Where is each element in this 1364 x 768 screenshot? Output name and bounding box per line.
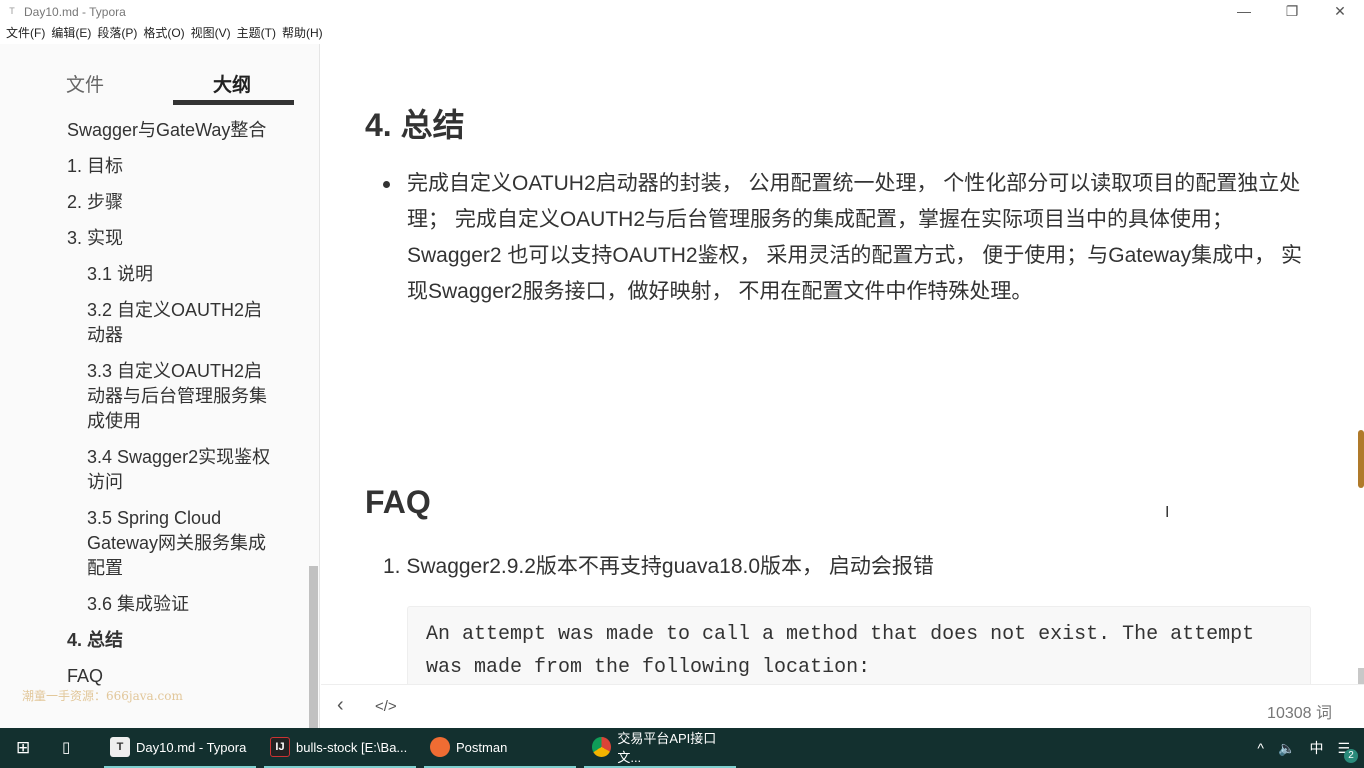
menu-format[interactable]: 格式(O) [143,24,184,44]
outline-item[interactable]: 3.5 Spring Cloud Gateway网关服务集成配置 [0,506,310,581]
active-tab-indicator [173,100,294,105]
menu-bar: 文件(F) 编辑(E) 段落(P) 格式(O) 视图(V) 主题(T) 帮助(H… [0,24,323,44]
editor[interactable]: 4. 总结 完成自定义OATUH2启动器的封装， 公用配置统一处理， 个性化部分… [321,44,1364,684]
volume-icon[interactable]: 🔈 [1278,740,1295,757]
system-tray: ^ 🔈 中 ☰ 2 [1257,728,1358,768]
taskbar-item-chrome[interactable]: 交易平台API接口文... [584,728,736,768]
chrome-icon [592,737,612,757]
word-count[interactable]: 10308 词 [1267,699,1332,723]
editor-scrollbar-lower[interactable] [1358,668,1364,684]
summary-paragraph: 完成自定义OATUH2启动器的封装， 公用配置统一处理， 个性化部分可以读取项目… [407,172,1302,303]
windows-start-icon[interactable]: ⊞ [16,738,30,758]
outline-item[interactable]: 3. 实现 [0,226,310,251]
heading-faq: FAQ [365,484,431,520]
bullet-icon [383,181,390,188]
chevron-up-icon[interactable]: ^ [1257,740,1264,756]
taskbar: ⊞ ▯ T Day10.md - Typora IJ bulls-stock [… [0,728,1364,768]
taskbar-item-typora[interactable]: T Day10.md - Typora [104,728,256,768]
outline-item[interactable]: 4. 总结 [0,628,310,653]
code-block[interactable]: An attempt was made to call a method tha… [407,606,1311,684]
taskbar-label: bulls-stock [E:\Ba... [296,739,408,755]
outline-item[interactable]: 3.4 Swagger2实现鉴权访问 [0,445,310,495]
taskbar-label: 交易平台API接口文... [617,731,717,765]
typora-app-icon: T [9,6,15,16]
editor-scrollbar-thumb[interactable] [1358,430,1364,488]
menu-theme[interactable]: 主题(T) [237,24,276,44]
close-button[interactable]: ✕ [1316,0,1364,22]
menu-view[interactable]: 视图(V) [191,24,231,44]
minimize-button[interactable]: — [1220,0,1268,22]
taskbar-item-postman[interactable]: Postman [424,728,576,768]
tab-files[interactable]: 文件 [66,70,104,97]
title-bar: T Day10.md - Typora — ❐ ✕ [0,0,1364,24]
outline-item[interactable]: 3.2 自定义OAUTH2启动器 [0,298,310,348]
notification-badge: 2 [1344,748,1358,763]
outline-list: Swagger与GateWay整合 1. 目标 2. 步骤 3. 实现 3.1 说明 3.… [0,118,310,700]
text-cursor-icon: I [1165,504,1170,521]
outline-item[interactable]: 3.6 集成验证 [0,592,310,617]
outline-item[interactable]: Swagger与GateWay整合 [0,118,310,143]
outline-item[interactable]: 3.1 说明 [0,262,310,287]
notification-icon[interactable]: ☰ 2 [1337,740,1358,763]
menu-paragraph[interactable]: 段落(P) [97,24,137,44]
ime-indicator[interactable]: 中 [1309,738,1323,758]
sidebar: 文件 大纲 Swagger与GateWay整合 1. 目标 2. 步骤 3. 实现 3.… [0,44,320,728]
postman-icon [430,737,450,757]
menu-edit[interactable]: 编辑(E) [51,24,91,44]
outline-item[interactable]: FAQ [0,664,310,689]
taskbar-label: Postman [456,739,508,755]
task-view-icon[interactable]: ▯ [62,738,70,756]
faq-list-item: 1. Swagger2.9.2版本不再支持guava18.0版本， 启动会报错 [383,555,934,578]
taskbar-item-intellij[interactable]: IJ bulls-stock [E:\Ba... [264,728,416,768]
watermark: 潮童一手资源：666java.com [22,689,183,703]
outline-item[interactable]: 3.3 自定义OAUTH2启动器与后台管理服务集成使用 [0,359,310,434]
menu-file[interactable]: 文件(F) [6,24,45,44]
typora-icon: T [110,737,130,757]
intellij-icon: IJ [270,737,290,757]
outline-item[interactable]: 1. 目标 [0,154,310,179]
source-code-mode-icon[interactable]: </> [375,698,397,715]
window-title: Day10.md - Typora [24,5,126,19]
tab-outline[interactable]: 大纲 [213,70,251,97]
heading-summary: 4. 总结 [365,107,465,143]
status-bar: ‹ </> 10308 词 [321,684,1364,728]
menu-help[interactable]: 帮助(H) [282,24,323,44]
toggle-sidebar-icon[interactable]: ‹ [337,694,344,717]
restore-button[interactable]: ❐ [1268,0,1316,22]
taskbar-label: Day10.md - Typora [136,739,247,755]
sidebar-scrollbar[interactable] [309,566,318,728]
outline-item[interactable]: 2. 步骤 [0,190,310,215]
